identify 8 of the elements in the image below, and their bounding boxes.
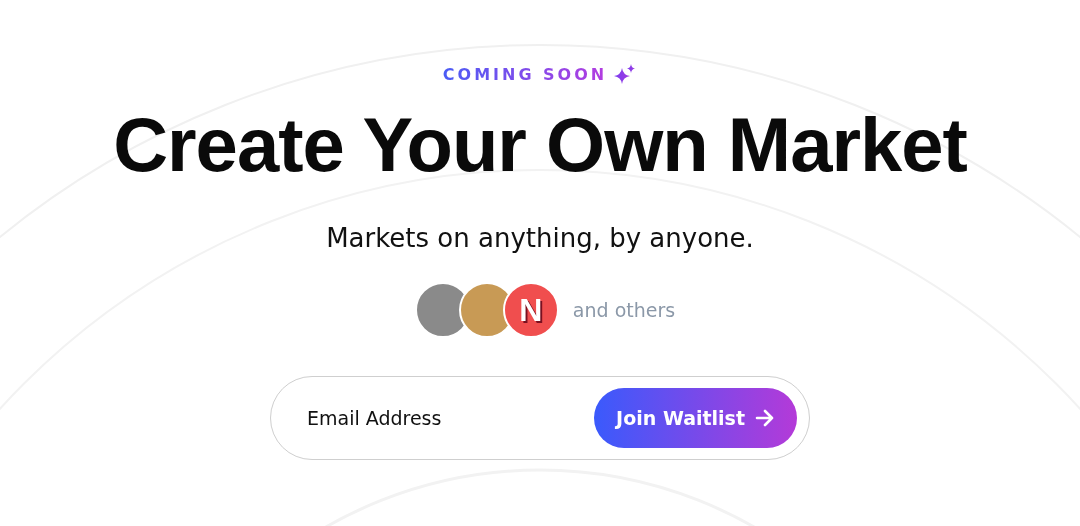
join-waitlist-button[interactable]: Join Waitlist (594, 388, 797, 448)
email-input-field[interactable]: Email Address (305, 406, 569, 430)
avatars-caption: and others (572, 299, 676, 321)
arrow-right-icon (755, 409, 775, 427)
headline: Create Your Own Market (113, 101, 967, 189)
logo-avatar: N (502, 282, 559, 338)
subtitle: Markets on anything, by anyone. (326, 222, 754, 255)
sparkle-icon (613, 63, 638, 85)
